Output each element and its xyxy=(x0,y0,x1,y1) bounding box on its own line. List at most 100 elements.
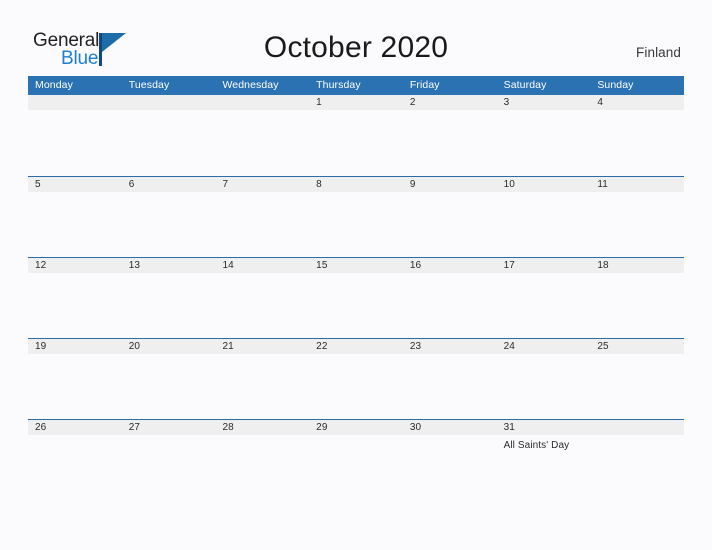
day-cell[interactable]: 25 xyxy=(590,339,684,354)
day-cell[interactable]: 14 xyxy=(215,258,309,273)
day-cell[interactable]: 12 xyxy=(28,258,122,273)
day-cell[interactable]: 5 xyxy=(28,177,122,192)
event-cell[interactable]: All Saints' Day xyxy=(497,435,591,501)
day-cell[interactable]: 1 xyxy=(309,95,403,110)
event-cell[interactable] xyxy=(590,110,684,176)
event-cell[interactable] xyxy=(309,192,403,258)
event-cell[interactable] xyxy=(122,192,216,258)
day-cell[interactable]: 31 xyxy=(497,420,591,435)
week-row: 1 2 3 4 xyxy=(28,95,684,176)
day-number: 22 xyxy=(316,341,328,352)
day-cell[interactable]: 6 xyxy=(122,177,216,192)
day-number: 18 xyxy=(597,260,609,271)
weekday-header-row: Monday Tuesday Wednesday Thursday Friday… xyxy=(28,76,684,95)
event-cell[interactable] xyxy=(309,110,403,176)
day-number: 12 xyxy=(35,260,47,271)
day-cell[interactable] xyxy=(590,420,684,435)
day-cell[interactable]: 24 xyxy=(497,339,591,354)
day-cell[interactable]: 28 xyxy=(215,420,309,435)
region-label: Finland xyxy=(636,45,681,60)
weekday-header-wednesday: Wednesday xyxy=(222,79,279,91)
day-number: 24 xyxy=(503,341,515,352)
day-number: 10 xyxy=(503,179,515,190)
day-cell[interactable] xyxy=(122,95,216,110)
event-cell[interactable] xyxy=(28,110,122,176)
day-cell[interactable]: 27 xyxy=(122,420,216,435)
day-cell[interactable]: 7 xyxy=(215,177,309,192)
week-row: 26 27 28 29 30 31 All Saints' Day xyxy=(28,419,684,500)
event-cell[interactable] xyxy=(590,354,684,420)
day-cell[interactable]: 19 xyxy=(28,339,122,354)
event-cell[interactable] xyxy=(590,435,684,501)
week-date-band: 26 27 28 29 30 31 xyxy=(28,420,684,435)
weekday-header-sunday: Sunday xyxy=(597,79,634,91)
event-cell[interactable] xyxy=(122,354,216,420)
event-cell[interactable] xyxy=(497,110,591,176)
day-number: 19 xyxy=(35,341,47,352)
week-events-band: All Saints' Day xyxy=(28,435,684,501)
day-cell[interactable] xyxy=(28,95,122,110)
event-cell[interactable] xyxy=(309,354,403,420)
day-cell[interactable]: 3 xyxy=(497,95,591,110)
event-cell[interactable] xyxy=(403,435,497,501)
event-cell[interactable] xyxy=(122,273,216,339)
event-cell[interactable] xyxy=(215,435,309,501)
week-row: 19 20 21 22 23 24 25 xyxy=(28,338,684,419)
day-number: 7 xyxy=(222,179,229,190)
day-number: 28 xyxy=(222,422,234,433)
event-cell[interactable] xyxy=(590,273,684,339)
event-cell[interactable] xyxy=(215,192,309,258)
event-cell[interactable] xyxy=(28,354,122,420)
event-cell[interactable] xyxy=(309,273,403,339)
day-cell[interactable]: 29 xyxy=(309,420,403,435)
event-cell[interactable] xyxy=(497,192,591,258)
weekday-header-thursday: Thursday xyxy=(316,79,361,91)
day-cell[interactable]: 2 xyxy=(403,95,497,110)
day-cell[interactable]: 15 xyxy=(309,258,403,273)
day-cell[interactable]: 13 xyxy=(122,258,216,273)
event-cell[interactable] xyxy=(122,110,216,176)
event-cell[interactable] xyxy=(215,110,309,176)
day-cell[interactable]: 9 xyxy=(403,177,497,192)
event-cell[interactable] xyxy=(28,435,122,501)
week-row: 12 13 14 15 16 17 18 xyxy=(28,257,684,338)
day-cell[interactable]: 17 xyxy=(497,258,591,273)
event-cell[interactable] xyxy=(403,110,497,176)
day-cell[interactable]: 16 xyxy=(403,258,497,273)
day-number: 30 xyxy=(409,422,422,433)
event-cell[interactable] xyxy=(309,435,403,501)
event-cell[interactable] xyxy=(403,354,497,420)
event-cell[interactable] xyxy=(403,273,497,339)
day-cell[interactable]: 20 xyxy=(122,339,216,354)
day-cell[interactable]: 22 xyxy=(309,339,403,354)
week-events-band xyxy=(28,192,684,258)
event-cell[interactable] xyxy=(215,273,309,339)
event-label: All Saints' Day xyxy=(503,440,570,451)
day-cell[interactable]: 4 xyxy=(590,95,684,110)
weekday-header-friday: Friday xyxy=(409,79,440,91)
day-number: 5 xyxy=(35,179,41,190)
day-cell[interactable]: 30 xyxy=(403,420,497,435)
day-number: 13 xyxy=(128,260,141,271)
event-cell[interactable] xyxy=(28,192,122,258)
week-date-band: 12 13 14 15 16 17 18 xyxy=(28,258,684,273)
day-cell[interactable]: 10 xyxy=(497,177,591,192)
event-cell[interactable] xyxy=(122,435,216,501)
event-cell[interactable] xyxy=(497,273,591,339)
day-cell[interactable] xyxy=(215,95,309,110)
day-number: 25 xyxy=(597,341,609,352)
page-title: October 2020 xyxy=(263,31,449,64)
event-cell[interactable] xyxy=(403,192,497,258)
day-cell[interactable]: 18 xyxy=(590,258,684,273)
day-cell[interactable]: 11 xyxy=(590,177,684,192)
event-cell[interactable] xyxy=(215,354,309,420)
calendar-grid: Monday Tuesday Wednesday Thursday Friday… xyxy=(28,76,684,500)
event-cell[interactable] xyxy=(497,354,591,420)
day-number: 11 xyxy=(597,179,608,190)
day-cell[interactable]: 23 xyxy=(403,339,497,354)
day-cell[interactable]: 8 xyxy=(309,177,403,192)
event-cell[interactable] xyxy=(590,192,684,258)
day-cell[interactable]: 26 xyxy=(28,420,122,435)
event-cell[interactable] xyxy=(28,273,122,339)
day-cell[interactable]: 21 xyxy=(215,339,309,354)
